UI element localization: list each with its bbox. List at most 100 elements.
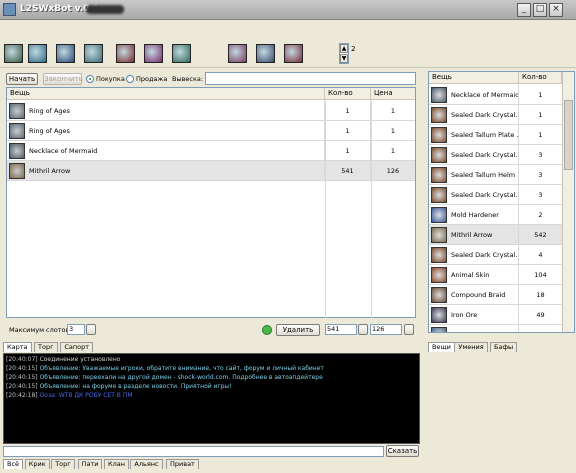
inventory-header-qty[interactable]: Кол-во: [519, 72, 562, 84]
skill-slot-icon[interactable]: [256, 44, 275, 63]
log-time: [20:40:15]: [6, 365, 38, 372]
item-name: Sealed Dark Crystal...: [451, 185, 519, 205]
skill-slot-icon[interactable]: [116, 44, 135, 63]
max-slots-apply-icon[interactable]: [86, 324, 96, 335]
item-price: 126: [386, 167, 400, 175]
skill-slot-icon[interactable]: [172, 44, 191, 63]
item-icon: [9, 143, 25, 159]
finish-button[interactable]: Закончить: [43, 73, 83, 85]
item-icon: [431, 227, 447, 243]
chat-tab[interactable]: Альянс: [130, 459, 163, 469]
start-button[interactable]: Начать: [6, 73, 38, 85]
skill-slot-icon[interactable]: [84, 44, 103, 63]
column-header-price[interactable]: Цена: [371, 88, 415, 100]
log-time: [20:40:15]: [6, 383, 38, 390]
item-qty: 1: [325, 141, 371, 161]
list-item[interactable]: Necklace of Mermaid 1: [429, 85, 562, 105]
item-icon: [9, 163, 25, 179]
item-name: Sealed Dark Crystal...: [451, 105, 519, 125]
chat-input[interactable]: [3, 446, 384, 457]
skill-slot-icon[interactable]: [28, 44, 47, 63]
table-row[interactable]: Necklace of Mermaid 1 1: [7, 141, 415, 161]
say-button[interactable]: Сказать: [386, 445, 419, 457]
maximize-button[interactable]: □: [533, 3, 547, 17]
scrollbar-thumb[interactable]: [564, 100, 573, 170]
chat-tab[interactable]: Пати: [77, 459, 103, 469]
list-item[interactable]: Sealed Dark Crystal... 4: [429, 245, 562, 265]
item-name: Iron Ore: [451, 305, 519, 325]
chat-tab[interactable]: Всё: [3, 459, 24, 469]
add-icon[interactable]: [262, 325, 272, 335]
list-item[interactable]: Mithril Arrow 542: [429, 225, 562, 245]
price-input[interactable]: 126: [370, 324, 402, 335]
log-text: Ооза: WTB ДК РОБУ СЕТ В ПМ: [39, 392, 133, 399]
item-qty: 1: [325, 101, 371, 121]
list-item[interactable]: Animal Skin 104: [429, 265, 562, 285]
sign-input[interactable]: [205, 72, 416, 85]
chat-tab[interactable]: Крик: [24, 459, 50, 469]
price-apply-icon[interactable]: [404, 324, 414, 335]
skill-slot-icon[interactable]: [284, 44, 303, 63]
list-item[interactable]: Sealed Dark Crystal... 1: [429, 105, 562, 125]
list-item[interactable]: Sealed Majestic Rin...2: [429, 325, 562, 332]
item-icon: [9, 123, 25, 139]
item-name: Sealed Majestic Rin...: [451, 325, 519, 332]
chat-tab[interactable]: Приват: [166, 459, 199, 469]
table-row[interactable]: Mithril Arrow 541 126: [7, 161, 415, 181]
column-divider: [371, 100, 372, 318]
tab[interactable]: Бафы: [490, 342, 518, 352]
sell-label: Продажа: [136, 75, 168, 83]
minimize-button[interactable]: _: [517, 3, 531, 17]
log-text: Соединение установлено: [39, 356, 121, 363]
spinner-up-icon[interactable]: ▲: [340, 44, 348, 53]
qty-apply-icon[interactable]: [358, 324, 368, 335]
sell-radio[interactable]: [126, 75, 134, 83]
table-row[interactable]: Ring of Ages 1 1: [7, 101, 415, 121]
item-icon: [431, 327, 447, 332]
item-name: Mithril Arrow: [451, 225, 519, 245]
tab[interactable]: Карта: [3, 342, 32, 352]
skill-slot-icon[interactable]: [56, 44, 75, 63]
table-row[interactable]: Ring of Ages 1 1: [7, 121, 415, 141]
tab[interactable]: Сапорт: [60, 342, 94, 352]
list-item[interactable]: Sealed Dark Crystal... 3: [429, 145, 562, 165]
list-item[interactable]: Iron Ore 49: [429, 305, 562, 325]
qty-input[interactable]: 541: [325, 324, 357, 335]
list-item[interactable]: Compound Braid 18: [429, 285, 562, 305]
title-bar[interactable]: L2SWxBot v.0.1a: _ □ ×: [0, 0, 576, 20]
side-info-area: [426, 353, 576, 470]
item-icon: [431, 167, 447, 183]
tab[interactable]: Вещи: [428, 342, 455, 352]
list-item[interactable]: Mold Hardener 2: [429, 205, 562, 225]
log-time: [20:40:07]: [6, 356, 38, 363]
skill-slot-icon[interactable]: [144, 44, 163, 63]
close-button[interactable]: ×: [549, 3, 563, 17]
item-qty: 49: [536, 311, 545, 319]
list-item[interactable]: Sealed Tallum Helm ... 3: [429, 165, 562, 185]
item-qty: 1: [538, 111, 543, 119]
list-item[interactable]: Sealed Tallum Plate ... 1: [429, 125, 562, 145]
item-icon: [431, 87, 447, 103]
list-item[interactable]: Sealed Dark Crystal... 3: [429, 185, 562, 205]
column-header-qty[interactable]: Кол-во: [325, 88, 371, 100]
log-text: Объявление: на форуме в разделе новости.…: [39, 383, 232, 390]
item-qty: 2: [519, 325, 562, 332]
log-text: Объявление: Уважаемые игроки, обратите в…: [39, 365, 324, 372]
spinner-down-icon[interactable]: ▼: [340, 54, 348, 63]
max-slots-input[interactable]: 3: [67, 324, 85, 335]
delete-button[interactable]: Удалить: [276, 324, 320, 336]
column-header-item[interactable]: Вещь: [7, 88, 325, 100]
tab[interactable]: Торг: [34, 342, 58, 352]
chat-tab[interactable]: Торг: [51, 459, 75, 469]
buy-radio[interactable]: [86, 75, 94, 83]
item-qty: 3: [538, 151, 543, 159]
skill-slot-icon[interactable]: [4, 44, 23, 63]
item-name: Mithril Arrow: [29, 161, 325, 181]
skill-slot-icon[interactable]: [228, 44, 247, 63]
inventory-header-item[interactable]: Вещь: [429, 72, 519, 84]
left-tab-strip: Карта Торг Сапорт: [3, 342, 420, 352]
chat-tab[interactable]: Клан: [104, 459, 130, 469]
inventory-scrollbar[interactable]: [562, 72, 574, 332]
tab[interactable]: Умения: [454, 342, 488, 352]
log-line: [20:40:15] Объявление: на форуме в разде…: [6, 383, 232, 390]
